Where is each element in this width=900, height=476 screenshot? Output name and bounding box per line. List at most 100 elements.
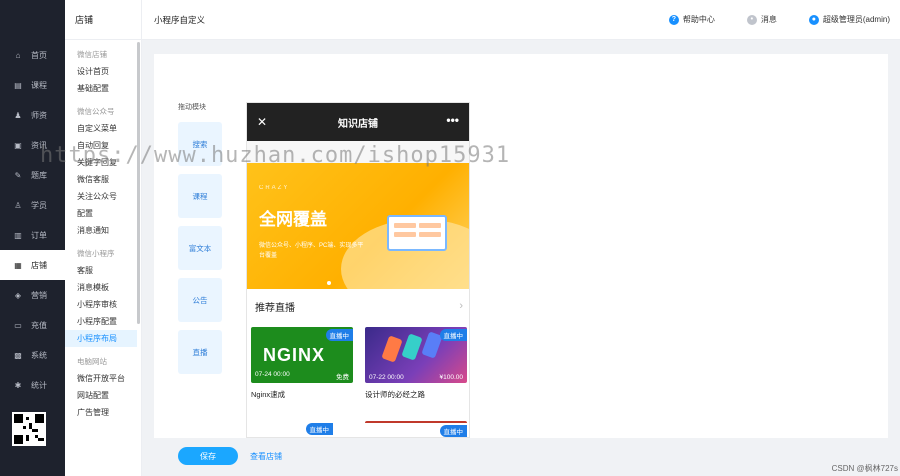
- sidebar-item[interactable]: 小程序审核: [65, 296, 141, 313]
- module-button[interactable]: 直播: [178, 330, 222, 374]
- news-icon: ▣: [14, 140, 22, 150]
- phone-illustration: [401, 333, 423, 361]
- nav-item[interactable]: ⌂ 首页: [0, 40, 65, 70]
- live-card[interactable]: NGINX 直播中 07-24 00:00 免费: [251, 327, 353, 383]
- sidebar-item[interactable]: 设计首页: [65, 63, 141, 80]
- live-title: Nginx速成: [251, 390, 286, 399]
- store-sidebar: 店铺 微信店铺 设计首页 基础配置 微信公众号 自定义菜单 自动回复 关键字回复 微信客服 关注…: [65, 0, 142, 476]
- banner-indicator[interactable]: [327, 281, 331, 285]
- nav-item[interactable]: ▩ 系统: [0, 340, 65, 370]
- sidebar-item[interactable]: 客服: [65, 262, 141, 279]
- live-time: 07-22 00:00: [369, 374, 404, 381]
- nav-item-label: 系统: [31, 350, 47, 360]
- nav-item[interactable]: ▭ 充值: [0, 310, 65, 340]
- live-badge: 直播中: [439, 425, 467, 437]
- sidebar-item[interactable]: 关注公众号: [65, 188, 141, 205]
- sidebar-group-title: 微信公众号: [77, 107, 115, 116]
- live-time: 07-24 00:00: [255, 371, 290, 378]
- sidebar-group-title: 微信店铺: [77, 50, 107, 59]
- sidebar-item[interactable]: 自定义菜单: [65, 120, 141, 137]
- tag-icon: ◈: [14, 290, 22, 300]
- section-header[interactable]: 推荐直播 ›: [247, 289, 469, 323]
- live-title: 设计师的必经之路: [365, 390, 425, 399]
- corner-watermark: CSDN @枫林727s: [831, 464, 898, 473]
- nav-item[interactable]: ◈ 营销: [0, 280, 65, 310]
- messages-link[interactable]: • 消息: [746, 14, 777, 25]
- home-icon: ⌂: [15, 50, 21, 60]
- live-card[interactable]: 直播中: [365, 421, 467, 437]
- sidebar-item[interactable]: 消息模板: [65, 279, 141, 296]
- qr-code: [12, 412, 46, 446]
- sidebar-item[interactable]: 小程序配置: [65, 313, 141, 330]
- teacher-icon: ♟: [14, 110, 22, 120]
- banner-headline: 全网覆盖: [259, 210, 327, 229]
- nav-item-label: 学员: [31, 200, 47, 210]
- close-icon[interactable]: ✕: [257, 115, 267, 129]
- book-icon: ▤: [14, 80, 22, 90]
- phone-titlebar: ✕ 知识店铺 •••: [247, 103, 469, 141]
- nav-item[interactable]: ✱ 统计: [0, 370, 65, 400]
- messages-label: 消息: [760, 15, 777, 24]
- banner-desc: 微信公众号、小程序、PC端、实现多平台覆盖: [259, 243, 364, 259]
- wallet-icon: ▭: [14, 320, 22, 330]
- sidebar-group-title: 微信小程序: [77, 249, 115, 258]
- nav-item-label: 充值: [31, 320, 47, 330]
- help-icon: ?: [668, 14, 679, 25]
- order-icon: ▥: [14, 230, 22, 240]
- nav-item[interactable]: ▥ 订单: [0, 220, 65, 250]
- more-icon[interactable]: •••: [446, 113, 459, 127]
- nav-logo-area: [0, 0, 65, 40]
- editor-canvas: 拖动模块 搜索 课程 富文本 公告 直播 ✕ 知识店铺 ••• CRAZY 全网覆盖 微…: [154, 54, 888, 438]
- view-store-link[interactable]: 查看店铺: [250, 451, 282, 462]
- sidebar-item[interactable]: 微信开放平台: [65, 370, 141, 387]
- nav-item-label: 师资: [31, 110, 47, 120]
- gear-icon: ✱: [14, 380, 22, 390]
- main-nav: ⌂ 首页 ▤ 课程 ♟ 师资 ▣ 资讯 ✎ 题库 ♙ 学员 ▥ 订单 ▦ 店铺 ◈ 营销 ▭ 充值 ▩ 系统 ✱ 统计: [0, 0, 65, 476]
- sidebar-item[interactable]: 网站配置: [65, 387, 141, 404]
- nav-item[interactable]: ▦ 店铺: [0, 250, 65, 280]
- module-button[interactable]: 富文本: [178, 226, 222, 270]
- avatar-icon: ●: [808, 14, 819, 25]
- live-cover-text: NGINX: [263, 345, 326, 365]
- nav-item[interactable]: ▤ 课程: [0, 70, 65, 100]
- phone-title: 知识店铺: [338, 118, 378, 130]
- nav-item-label: 题库: [31, 170, 47, 180]
- modules-title: 拖动模块: [178, 104, 206, 111]
- sidebar-item[interactable]: 消息通知: [65, 222, 141, 239]
- user-icon: ♙: [14, 200, 22, 210]
- bell-icon: •: [746, 14, 757, 25]
- sidebar-item[interactable]: 配置: [65, 205, 141, 222]
- phone-illustration: [381, 335, 403, 363]
- live-price: 免费: [336, 374, 349, 381]
- nav-item-label: 首页: [31, 50, 47, 60]
- banner-tag: CRAZY: [259, 185, 290, 191]
- module-button[interactable]: 公告: [178, 278, 222, 322]
- sidebar-item[interactable]: 广告管理: [65, 404, 141, 421]
- section-title: 推荐直播: [255, 302, 295, 314]
- pen-icon: ✎: [14, 170, 22, 180]
- live-badge: 直播中: [439, 329, 467, 341]
- help-center-link[interactable]: ? 帮助中心: [668, 14, 715, 25]
- sidebar-item[interactable]: 小程序布局: [65, 330, 137, 347]
- watermark: https://www.huzhan.com/ishop15931: [40, 143, 511, 168]
- sidebar-group-title: 电脑网站: [77, 357, 107, 366]
- user-menu[interactable]: ● 超级管理员(admin): [808, 14, 890, 25]
- live-list: NGINX 直播中 07-24 00:00 免费 Nginx速成 直播中 07-2…: [247, 323, 469, 437]
- user-name: 超级管理员(admin): [822, 15, 890, 24]
- nav-item-label: 营销: [31, 290, 47, 300]
- save-button[interactable]: 保存: [178, 447, 238, 465]
- live-card[interactable]: 直播中 07-22 00:00 ¥100.00: [365, 327, 467, 383]
- nav-item-label: 课程: [31, 80, 47, 90]
- sidebar-item[interactable]: 基础配置: [65, 80, 141, 97]
- nav-item[interactable]: ♙ 学员: [0, 190, 65, 220]
- sidebar-scrollbar[interactable]: [137, 42, 140, 324]
- nav-item[interactable]: ♟ 师资: [0, 100, 65, 130]
- breadcrumb: 小程序自定义: [154, 14, 206, 25]
- nav-item-label: 统计: [31, 380, 47, 390]
- banner[interactable]: CRAZY 全网覆盖 微信公众号、小程序、PC端、实现多平台覆盖: [247, 163, 469, 289]
- store-icon: ▦: [14, 260, 22, 270]
- live-card[interactable]: 直播中: [251, 421, 353, 437]
- chevron-right-icon: ›: [459, 300, 463, 312]
- module-button[interactable]: 课程: [178, 174, 222, 218]
- sidebar-item[interactable]: 微信客服: [65, 171, 141, 188]
